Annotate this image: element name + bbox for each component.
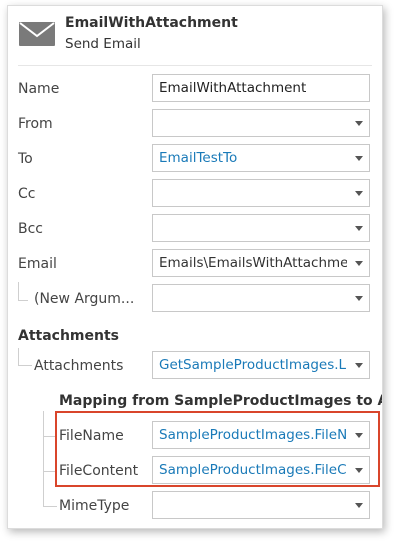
email-dropdown[interactable]: Emails\EmailsWithAttachments <box>152 249 370 277</box>
properties-panel: EmailWithAttachment Send Email Name Emai… <box>7 5 383 529</box>
chevron-down-icon <box>355 503 363 508</box>
to-value: EmailTestTo <box>159 150 238 166</box>
filename-label: FileName <box>59 428 124 444</box>
new-argument-dropdown[interactable] <box>152 284 370 312</box>
cc-dropdown[interactable] <box>152 179 370 207</box>
chevron-down-icon <box>355 296 363 301</box>
chevron-down-icon <box>355 156 363 161</box>
to-label: To <box>18 151 33 167</box>
email-label: Email <box>18 256 57 272</box>
tree-connector <box>43 411 44 507</box>
chevron-down-icon <box>355 261 363 266</box>
tree-connector <box>18 300 28 301</box>
attachments-value: GetSampleProductImages.List <box>159 357 347 373</box>
from-dropdown[interactable] <box>152 109 370 137</box>
bcc-label: Bcc <box>18 221 43 237</box>
filecontent-value: SampleProductImages.FileContent <box>159 462 347 478</box>
filename-dropdown[interactable]: SampleProductImages.FileName <box>152 421 370 449</box>
chevron-down-icon <box>355 363 363 368</box>
tree-connector <box>18 365 32 366</box>
panel-header: EmailWithAttachment Send Email <box>8 6 382 60</box>
element-title: EmailWithAttachment <box>65 15 238 31</box>
chevron-down-icon <box>355 433 363 438</box>
chevron-down-icon <box>355 121 363 126</box>
tree-connector <box>18 348 19 365</box>
filecontent-dropdown[interactable]: SampleProductImages.FileContent <box>152 456 370 484</box>
tree-connector <box>43 471 57 472</box>
attachments-dropdown[interactable]: GetSampleProductImages.List <box>152 351 370 379</box>
mapping-title: Mapping from SampleProductImages to Atta… <box>59 393 382 409</box>
email-value: Emails\EmailsWithAttachments <box>159 255 347 271</box>
mimetype-label: MimeType <box>59 498 130 514</box>
attachments-label: Attachments <box>34 358 124 374</box>
mimetype-dropdown[interactable] <box>152 491 370 519</box>
filecontent-label: FileContent <box>59 463 139 479</box>
tree-connector <box>18 282 19 300</box>
chevron-down-icon <box>355 468 363 473</box>
from-label: From <box>18 116 53 132</box>
envelope-icon <box>19 22 55 46</box>
bcc-dropdown[interactable] <box>152 214 370 242</box>
filename-value: SampleProductImages.FileName <box>159 427 347 443</box>
to-dropdown[interactable]: EmailTestTo <box>152 144 370 172</box>
new-argument-label: (New Argum... <box>34 291 135 307</box>
attachments-section-title: Attachments <box>18 328 120 344</box>
name-label: Name <box>18 81 60 97</box>
tree-connector <box>43 506 57 507</box>
element-type: Send Email <box>65 36 141 52</box>
tree-connector <box>43 436 57 437</box>
chevron-down-icon <box>355 191 363 196</box>
name-value: EmailWithAttachment <box>159 80 307 96</box>
header-divider <box>18 65 372 66</box>
name-input[interactable]: EmailWithAttachment <box>152 74 370 102</box>
chevron-down-icon <box>355 226 363 231</box>
cc-label: Cc <box>18 186 36 202</box>
